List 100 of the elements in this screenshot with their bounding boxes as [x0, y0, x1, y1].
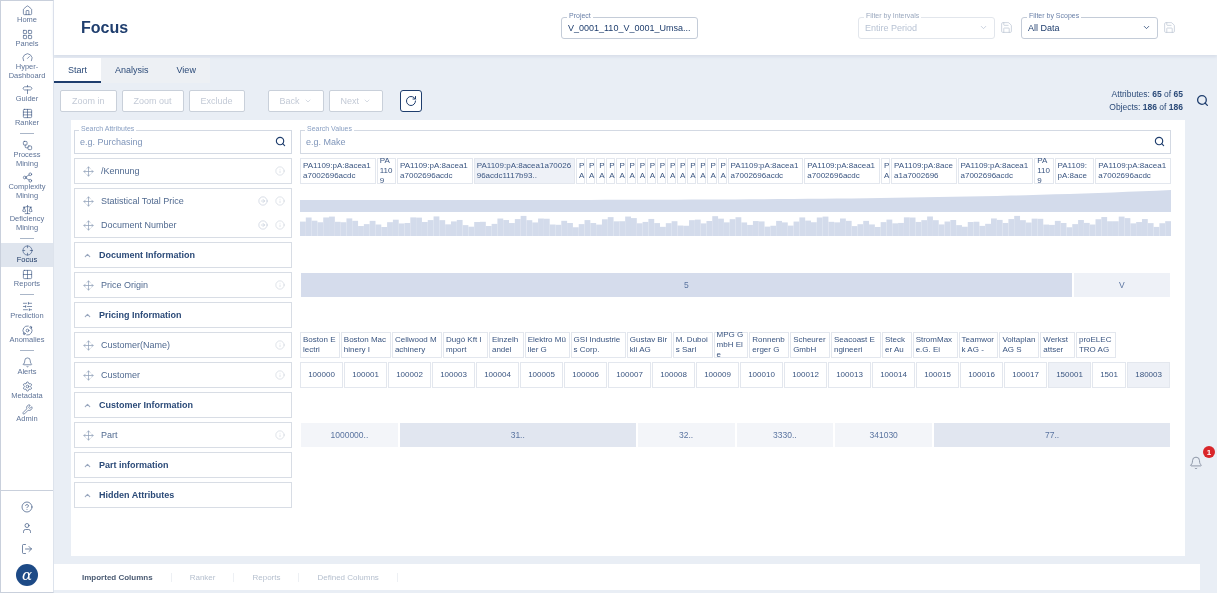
value-cell[interactable]: 100009: [696, 362, 739, 388]
save-icon[interactable]: [1163, 21, 1176, 34]
value-cell[interactable]: 100000: [300, 362, 343, 388]
attribute-item[interactable]: Part: [75, 423, 291, 447]
value-cell[interactable]: M. Dubois Sarl: [672, 332, 713, 358]
group-header[interactable]: Part information: [75, 453, 291, 477]
value-cell[interactable]: 100002: [388, 362, 431, 388]
value-bar[interactable]: 31..: [398, 422, 637, 448]
info-icon[interactable]: [275, 166, 285, 176]
value-cell[interactable]: Ronnenberger G: [749, 332, 790, 358]
value-cell[interactable]: PA1109:pA:8ace: [1054, 158, 1095, 184]
value-cell[interactable]: PA: [697, 158, 707, 184]
value-cell[interactable]: 100014: [872, 362, 915, 388]
value-cell[interactable]: 100007: [608, 362, 651, 388]
value-cell[interactable]: PA: [606, 158, 616, 184]
value-cell[interactable]: proELECTRO AG: [1075, 332, 1116, 358]
value-cell[interactable]: Stecker Au: [882, 332, 912, 358]
info-icon[interactable]: [275, 370, 285, 380]
value-bar[interactable]: 5: [300, 272, 1073, 298]
value-cell[interactable]: 100012: [784, 362, 827, 388]
value-cell[interactable]: 150001: [1048, 362, 1091, 388]
link-icon[interactable]: [258, 196, 268, 206]
group-header[interactable]: Document Information: [75, 243, 291, 267]
value-cell[interactable]: Scheurer GmbH: [790, 332, 830, 358]
value-cell[interactable]: Dugó Kft Import: [443, 332, 488, 358]
value-cell[interactable]: GSI Industries Corp.: [570, 332, 626, 358]
value-cell[interactable]: 100003: [432, 362, 475, 388]
value-cell[interactable]: PA: [656, 158, 666, 184]
search-field[interactable]: e.g. Make: [300, 130, 1171, 154]
value-cell[interactable]: PA1109:pA:8acea1a7002696acdc: [804, 158, 880, 184]
value-cell[interactable]: PA1109:pA:8acea1a7002696acdc: [957, 158, 1034, 184]
value-cell[interactable]: 100013: [828, 362, 871, 388]
value-cell[interactable]: Elektro Müller G: [524, 332, 570, 358]
value-cell[interactable]: PA1109: [1034, 158, 1054, 184]
value-cell[interactable]: PA: [596, 158, 606, 184]
search-field[interactable]: e.g. Purchasing: [74, 130, 292, 154]
value-cell[interactable]: Werkstattser: [1040, 332, 1075, 358]
group-header[interactable]: Pricing Information: [75, 303, 291, 327]
value-bar[interactable]: V: [1072, 272, 1171, 298]
search-icon[interactable]: [1196, 94, 1209, 107]
help-icon[interactable]: [21, 501, 33, 513]
group-header[interactable]: Hidden Attributes: [75, 483, 291, 507]
value-cell[interactable]: Cellwood Machinery: [391, 332, 442, 358]
tab[interactable]: Analysis: [101, 58, 163, 83]
value-cell[interactable]: StromMax e.G. Ei: [912, 332, 958, 358]
value-cell[interactable]: PA1109:pA:8acea1a7002696acdc: [727, 158, 804, 184]
value-cell[interactable]: 1501: [1092, 362, 1127, 388]
value-bar[interactable]: 1000000..: [300, 422, 399, 448]
value-cell[interactable]: 180003: [1127, 362, 1171, 388]
value-cell[interactable]: Seacoast Engineeri: [830, 332, 882, 358]
value-bar[interactable]: 77..: [933, 422, 1171, 448]
value-cell[interactable]: PA: [575, 158, 586, 184]
value-cell[interactable]: PA: [636, 158, 646, 184]
value-cell[interactable]: 100008: [652, 362, 695, 388]
attribute-item[interactable]: Customer(Name): [75, 333, 291, 357]
value-cell[interactable]: MPG GmbH Ele: [713, 332, 749, 358]
user-icon[interactable]: [21, 522, 33, 534]
value-cell[interactable]: PA: [586, 158, 596, 184]
bottom-tab[interactable]: Imported Columns: [64, 572, 172, 582]
alpha-logo[interactable]: α: [16, 564, 38, 586]
value-cell[interactable]: 100010: [740, 362, 783, 388]
value-cell[interactable]: PA1109:pA:8acea1a7002696: [891, 158, 957, 184]
attribute-item[interactable]: /Kennung: [75, 159, 291, 183]
value-cell[interactable]: 100015: [916, 362, 959, 388]
value-cell[interactable]: 100006: [564, 362, 607, 388]
info-icon[interactable]: [275, 196, 285, 206]
value-cell[interactable]: PA: [880, 158, 891, 184]
attribute-item[interactable]: Price Origin: [75, 273, 291, 297]
tab[interactable]: Start: [54, 58, 101, 83]
attribute-item[interactable]: Customer: [75, 363, 291, 387]
value-cell[interactable]: Gustav Birkli AG: [626, 332, 672, 358]
value-bar[interactable]: 341030: [834, 422, 934, 448]
value-cell[interactable]: Voltaplan AG S: [999, 332, 1040, 358]
value-cell[interactable]: PA1109:pA:8acea1a7002696acdc: [1095, 158, 1172, 184]
value-cell[interactable]: PA: [616, 158, 626, 184]
value-cell[interactable]: PA: [626, 158, 636, 184]
value-cell[interactable]: Einzelhandel: [488, 332, 524, 358]
attribute-item[interactable]: Document Number: [75, 213, 291, 237]
logout-icon[interactable]: [21, 543, 33, 555]
value-cell[interactable]: 100004: [476, 362, 519, 388]
value-cell[interactable]: PA1109: [376, 158, 397, 184]
attribute-item[interactable]: Statistical Total Price: [75, 189, 291, 213]
value-cell[interactable]: 100005: [520, 362, 563, 388]
value-cell[interactable]: PA1109:pA:8acea1a7002696acdc1117b93..: [473, 158, 575, 184]
info-icon[interactable]: [275, 430, 285, 440]
value-cell[interactable]: PA: [666, 158, 677, 184]
value-cell[interactable]: PA: [677, 158, 687, 184]
info-icon[interactable]: [275, 280, 285, 290]
value-cell[interactable]: PA: [707, 158, 717, 184]
refresh-button[interactable]: [400, 89, 423, 112]
value-cell[interactable]: PA1109:pA:8acea1a7002696acdc: [397, 158, 473, 184]
value-bar[interactable]: 3330..: [735, 422, 835, 448]
value-cell[interactable]: Teamwork AG -: [958, 332, 999, 358]
value-cell[interactable]: 100001: [344, 362, 387, 388]
group-header[interactable]: Customer Information: [75, 393, 291, 417]
value-cell[interactable]: PA1109:pA:8acea1a7002696acdc: [300, 158, 376, 184]
tab[interactable]: View: [162, 58, 210, 83]
link-icon[interactable]: [258, 220, 268, 230]
value-bar[interactable]: 32..: [636, 422, 736, 448]
value-cell[interactable]: Boston Electri: [300, 332, 340, 358]
